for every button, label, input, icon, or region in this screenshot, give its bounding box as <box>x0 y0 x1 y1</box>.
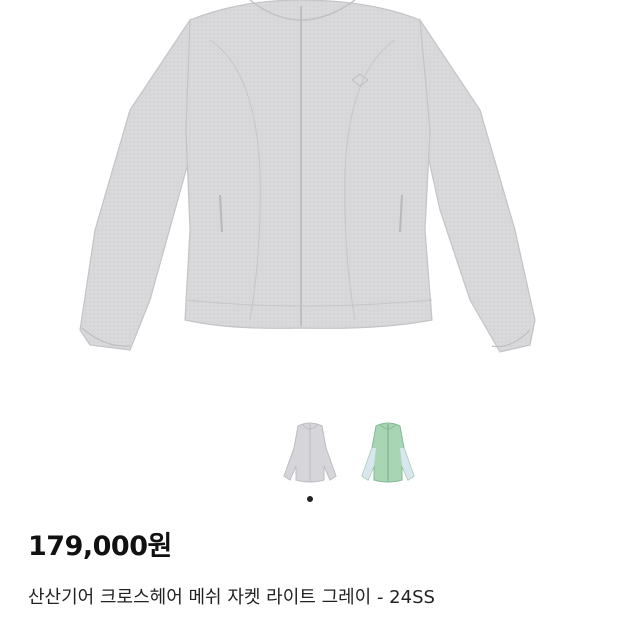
active-page-dot[interactable] <box>307 496 313 502</box>
thumbnail-strip <box>0 418 620 490</box>
product-title: 산산기어 크로스헤어 메쉬 자켓 라이트 그레이 - 24SS <box>28 587 435 608</box>
jacket-illustration <box>79 0 536 353</box>
product-main-image[interactable] <box>0 0 620 395</box>
light-gray-jacket-thumbnail[interactable] <box>274 418 346 490</box>
green-jacket-icon <box>361 422 415 483</box>
gray-jacket-icon <box>283 422 337 483</box>
product-price: 179,000원 <box>28 531 172 562</box>
carousel-pagination <box>0 494 620 506</box>
mint-green-jacket-thumbnail[interactable] <box>352 418 424 490</box>
